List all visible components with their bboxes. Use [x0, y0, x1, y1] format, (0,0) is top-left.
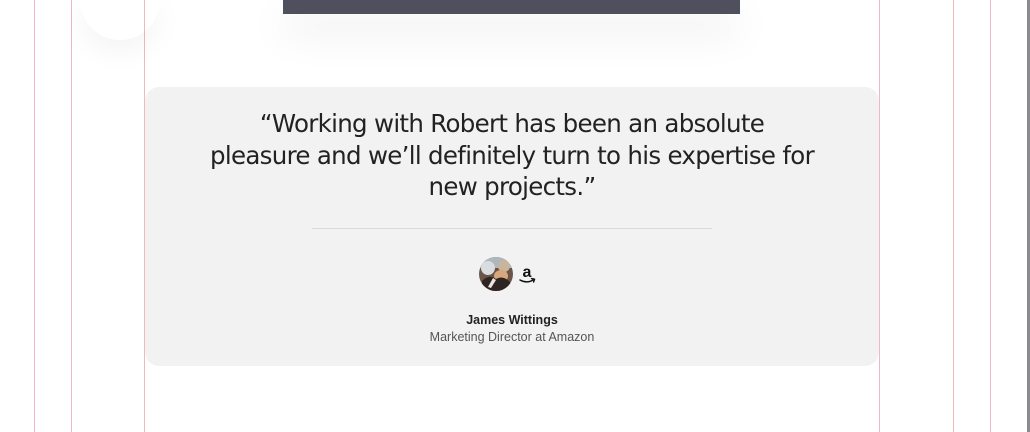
amazon-logo-icon: a	[516, 263, 538, 285]
layout-guide-line	[879, 0, 880, 432]
layout-guide-line	[34, 0, 35, 432]
divider	[312, 228, 712, 229]
hero-image	[283, 0, 740, 14]
decorative-shadow	[80, 0, 160, 40]
author-role: Marketing Director at Amazon	[429, 330, 595, 344]
svg-text:a: a	[523, 264, 532, 281]
layout-guide-line	[953, 0, 954, 432]
author-avatar	[479, 257, 513, 291]
layout-guide-line	[71, 0, 72, 432]
author-name: James Wittings	[466, 313, 558, 327]
testimonial-quote: “Working with Robert has been an absolut…	[210, 109, 815, 201]
layout-guide-line	[990, 0, 991, 432]
